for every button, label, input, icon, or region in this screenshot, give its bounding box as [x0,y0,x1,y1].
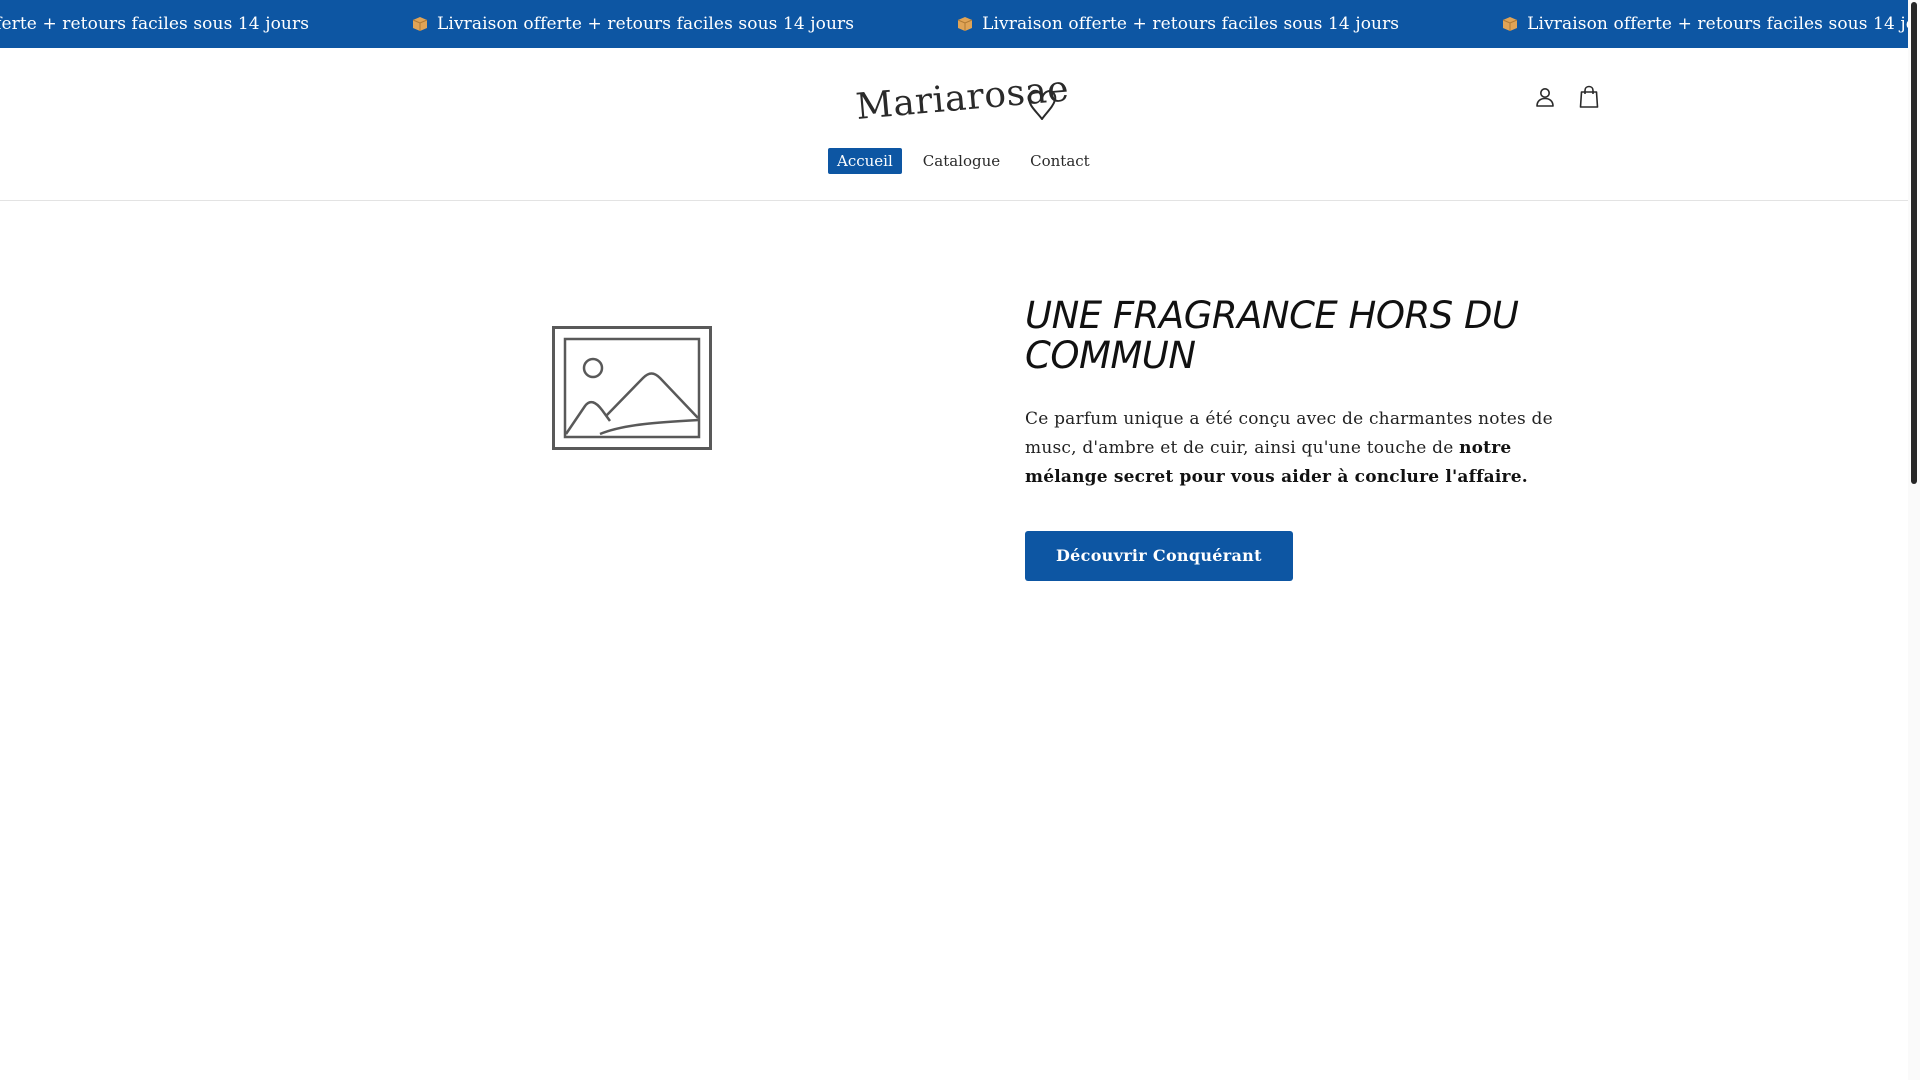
announcement-message: Livraison offerte + retours faciles sous… [411,14,854,34]
feature-title: UNE FRAGRANCE HORS DU COMMUN [1025,294,1519,377]
site-header: Mariarosae Accueil Catalogue Contact [0,48,1908,201]
nav-item-contact[interactable]: Contact [1021,148,1099,174]
package-icon [1501,15,1519,33]
announcement-text: Livraison offerte + retours faciles sous… [982,14,1400,34]
announcement-text: Livraison offerte + retours faciles sous… [0,14,310,34]
feature-content: UNE FRAGRANCE HORS DU COMMUN Ce parfum u… [1025,296,1595,581]
site-logo[interactable]: Mariarosae [850,68,1070,139]
cart-icon[interactable] [1577,84,1601,110]
announcement-bar: Livraison offerte + retours faciles sous… [0,0,1908,48]
page: Livraison offerte + retours faciles sous… [0,0,1920,1080]
main-nav: Accueil Catalogue Contact [828,148,1099,174]
scrollbar-thumb[interactable] [1911,2,1917,484]
image-placeholder-icon [552,326,712,454]
scrollbar[interactable] [1908,0,1920,1080]
heart-icon [1028,89,1057,120]
header-icons [1533,84,1601,110]
feature-description: Ce parfum unique a été conçu avec de cha… [1025,405,1595,492]
discover-button[interactable]: Découvrir Conquérant [1025,531,1293,581]
announcement-track: Livraison offerte + retours faciles sous… [0,0,1908,48]
nav-item-accueil[interactable]: Accueil [828,148,902,174]
nav-item-catalogue[interactable]: Catalogue [914,148,1009,174]
announcement-text: Livraison offerte + retours faciles sous… [437,14,855,34]
account-icon[interactable] [1533,84,1557,110]
announcement-message: Livraison offerte + retours faciles sous… [956,14,1399,34]
announcement-message: Livraison offerte + retours faciles sous… [1501,14,1908,34]
announcement-text: Livraison offerte + retours faciles sous… [1527,14,1908,34]
package-icon [411,15,429,33]
announcement-message: Livraison offerte + retours faciles sous… [0,14,309,34]
package-icon [956,15,974,33]
